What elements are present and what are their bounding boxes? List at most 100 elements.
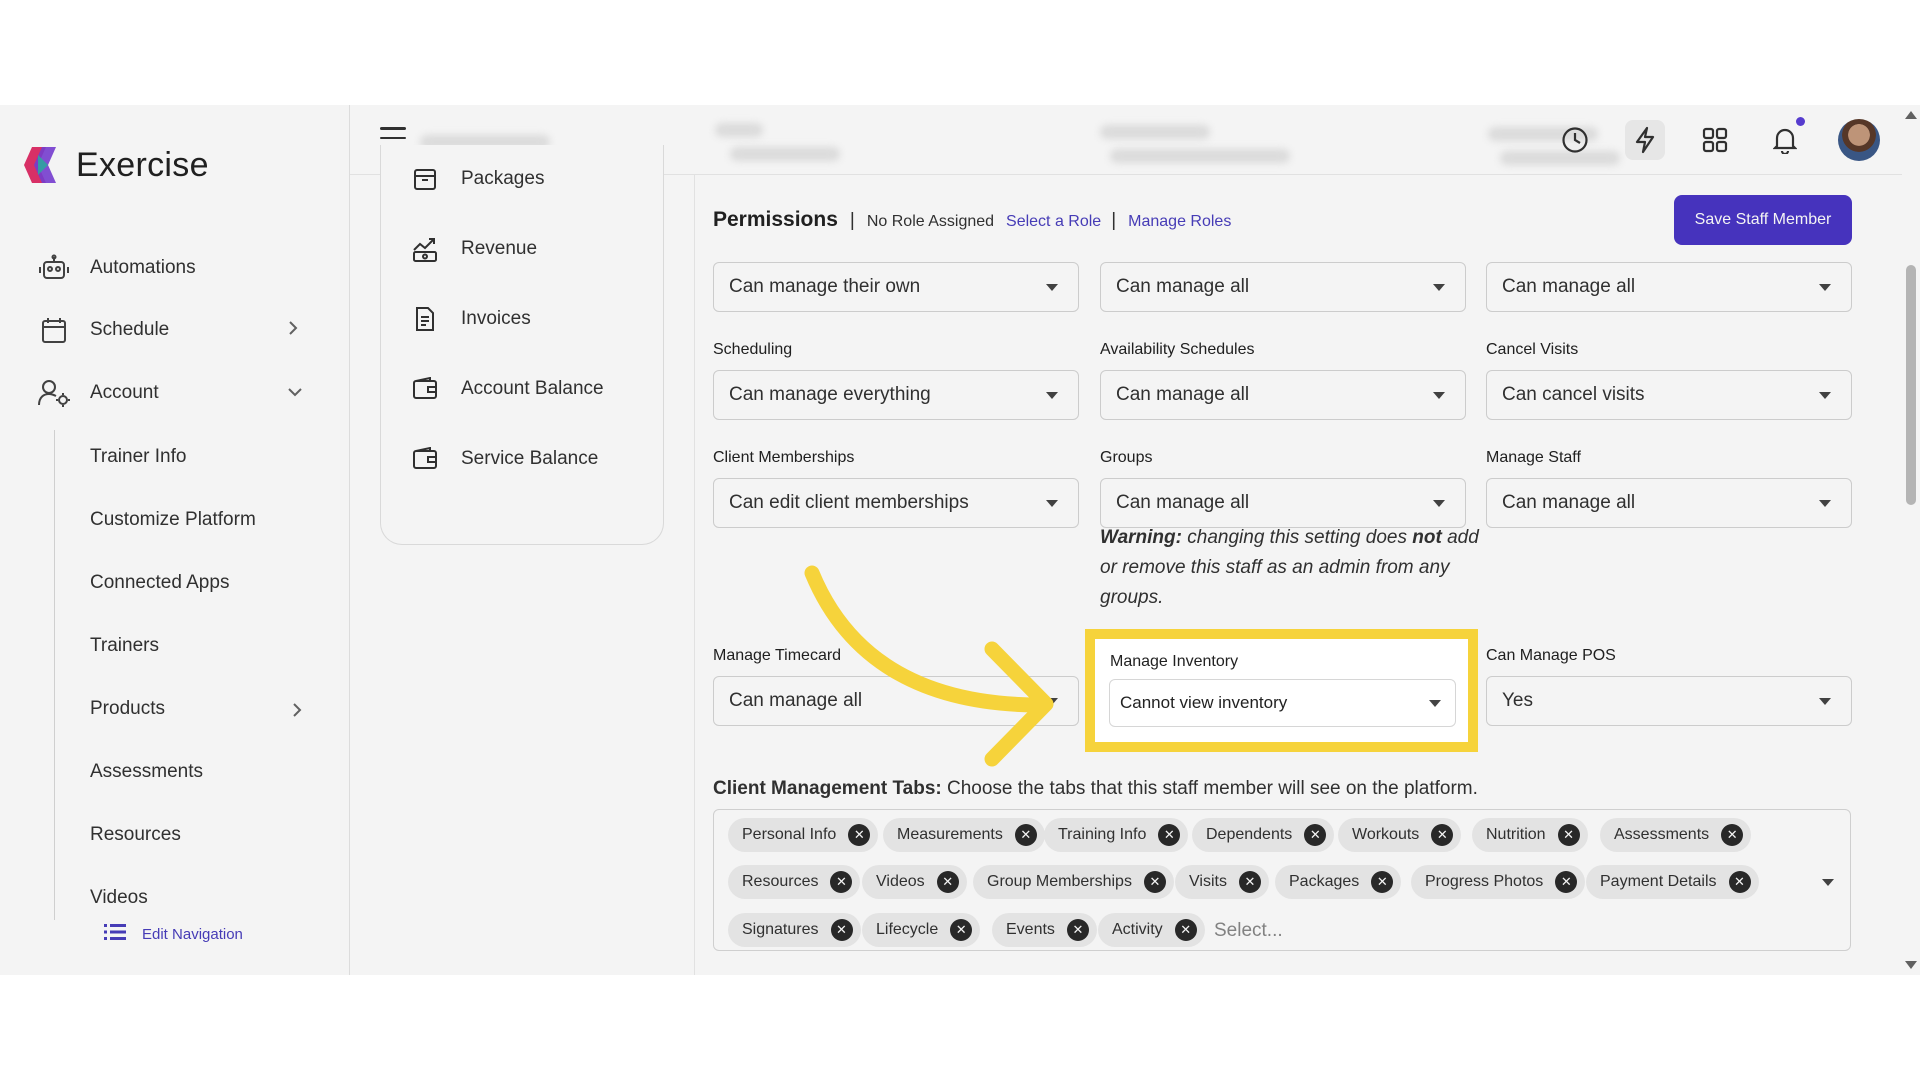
subnav-guide-line <box>54 430 55 920</box>
remove-tag-icon[interactable]: ✕ <box>1431 824 1454 846</box>
secondary-menu: Packages Revenue Invoices Account Balanc… <box>380 145 664 545</box>
tabs-select-placeholder[interactable]: Select... <box>1214 920 1283 942</box>
caret-down-icon <box>1046 284 1058 291</box>
manage-staff-select[interactable]: Can manage all <box>1486 478 1852 528</box>
permission-select-row0-col3[interactable]: Can manage all <box>1486 262 1852 312</box>
app-window: Exercise Automations Schedule Account Tr… <box>0 105 1920 975</box>
tag-chip: Training Info ✕ <box>1044 818 1189 852</box>
sidebar-subitem-connected-apps[interactable]: Connected Apps <box>90 572 229 594</box>
scroll-up-arrow-icon[interactable] <box>1905 111 1917 119</box>
chevron-right-icon <box>288 320 298 340</box>
caret-down-icon <box>1046 698 1058 705</box>
app-name: Exercise <box>76 145 209 184</box>
select-role-link[interactable]: Select a Role <box>1006 213 1101 231</box>
scroll-down-arrow-icon[interactable] <box>1905 961 1917 969</box>
tag-chip: Lifecycle ✕ <box>862 913 981 947</box>
select-value: Can manage all <box>1502 276 1636 297</box>
permissions-title: Permissions <box>713 208 838 231</box>
role-status: No Role Assigned <box>866 213 995 230</box>
client-tabs-multiselect[interactable]: Personal Info ✕ Measurements ✕ Training In… <box>713 809 1851 951</box>
sidebar-subitem-trainers[interactable]: Trainers <box>90 635 159 657</box>
cancel-visits-label: Cancel Visits <box>1486 341 1579 358</box>
manage-inventory-select[interactable]: Cannot view inventory <box>1109 679 1456 727</box>
sidebar-subitem-videos[interactable]: Videos <box>90 887 148 909</box>
submenu-item-account-balance[interactable]: Account Balance <box>411 375 604 403</box>
logo-mark-icon <box>24 145 62 185</box>
submenu-item-invoices[interactable]: Invoices <box>411 305 531 333</box>
remove-tag-icon[interactable]: ✕ <box>1014 824 1037 846</box>
remove-tag-icon[interactable]: ✕ <box>1174 919 1197 941</box>
bell-icon[interactable] <box>1765 120 1805 160</box>
save-staff-member-button[interactable]: Save Staff Member <box>1674 195 1852 245</box>
sidebar-item-schedule[interactable]: Schedule <box>0 305 330 355</box>
remove-tag-icon[interactable]: ✕ <box>1728 871 1751 893</box>
tag-chip: Videos ✕ <box>862 865 967 899</box>
remove-tag-icon[interactable]: ✕ <box>830 871 853 893</box>
sidebar-subitem-customize-platform[interactable]: Customize Platform <box>90 509 256 531</box>
sidebar-item-account[interactable]: Account <box>0 368 330 418</box>
tag-chip: Measurements ✕ <box>883 818 1045 852</box>
client-memberships-label: Client Memberships <box>713 449 855 466</box>
tag-chip: Activity ✕ <box>1098 913 1205 947</box>
remove-tag-icon[interactable]: ✕ <box>1158 824 1181 846</box>
app-logo[interactable]: Exercise <box>24 145 209 185</box>
sidebar-subitem-products[interactable]: Products <box>90 698 165 720</box>
submenu-item-service-balance[interactable]: Service Balance <box>411 445 598 473</box>
remove-tag-icon[interactable]: ✕ <box>1238 871 1261 893</box>
remove-tag-icon[interactable]: ✕ <box>1557 824 1580 846</box>
client-memberships-select[interactable]: Can edit client memberships <box>713 478 1079 528</box>
remove-tag-icon[interactable]: ✕ <box>1721 824 1744 846</box>
notification-badge <box>1796 117 1805 126</box>
cancel-visits-select[interactable]: Can cancel visits <box>1486 370 1852 420</box>
remove-tag-icon[interactable]: ✕ <box>848 824 871 846</box>
manage-roles-link[interactable]: Manage Roles <box>1128 213 1231 231</box>
permission-select-row0-col1[interactable]: Can manage their own <box>713 262 1079 312</box>
sidebar-subitem-trainer-info[interactable]: Trainer Info <box>90 446 186 468</box>
apps-grid-icon[interactable] <box>1695 120 1735 160</box>
manage-timecard-select[interactable]: Can manage all <box>713 676 1079 726</box>
submenu-item-revenue[interactable]: Revenue <box>411 235 537 263</box>
tag-chip: Assessments ✕ <box>1600 818 1752 852</box>
select-value: Can cancel visits <box>1502 384 1645 405</box>
tag-chip: Personal Info ✕ <box>728 818 879 852</box>
scrollbar-thumb[interactable] <box>1906 265 1916 505</box>
scrollbar-track[interactable] <box>1902 105 1920 975</box>
remove-tag-icon[interactable]: ✕ <box>1066 919 1089 941</box>
permissions-panel: Permissions | No Role Assigned Select a … <box>694 175 1894 975</box>
user-avatar[interactable] <box>1838 119 1880 161</box>
client-tabs-text: Choose the tabs that this staff member w… <box>941 778 1478 799</box>
warning-text: changing this setting does <box>1181 527 1413 548</box>
remove-tag-icon[interactable]: ✕ <box>950 919 973 941</box>
sidebar-item-automations[interactable]: Automations <box>0 243 330 293</box>
robot-icon <box>38 252 70 284</box>
wallet-icon <box>411 375 439 403</box>
caret-down-icon[interactable] <box>1822 879 1834 886</box>
remove-tag-icon[interactable]: ✕ <box>936 871 959 893</box>
select-value: Can edit client memberships <box>729 492 969 513</box>
caret-down-icon <box>1433 284 1445 291</box>
remove-tag-icon[interactable]: ✕ <box>1304 824 1327 846</box>
submenu-item-packages[interactable]: Packages <box>411 165 544 193</box>
submenu-item-label: Account Balance <box>461 378 604 399</box>
can-manage-pos-select[interactable]: Yes <box>1486 676 1852 726</box>
manage-staff-label: Manage Staff <box>1486 449 1581 466</box>
remove-tag-icon[interactable]: ✕ <box>830 919 853 941</box>
tag-chip: Group Memberships ✕ <box>973 865 1174 899</box>
sidebar: Exercise Automations Schedule Account Tr… <box>0 105 350 975</box>
permission-select-row0-col2[interactable]: Can manage all <box>1100 262 1466 312</box>
list-icon <box>104 923 128 945</box>
scheduling-select[interactable]: Can manage everything <box>713 370 1079 420</box>
remove-tag-icon[interactable]: ✕ <box>1371 871 1394 893</box>
edit-navigation-link[interactable]: Edit Navigation <box>104 923 243 945</box>
groups-select[interactable]: Can manage all <box>1100 478 1466 528</box>
lightning-icon[interactable] <box>1625 120 1665 160</box>
tag-chip: Progress Photos ✕ <box>1411 865 1586 899</box>
sidebar-subitem-resources[interactable]: Resources <box>90 824 181 846</box>
remove-tag-icon[interactable]: ✕ <box>1555 871 1578 893</box>
remove-tag-icon[interactable]: ✕ <box>1143 871 1166 893</box>
availability-schedules-select[interactable]: Can manage all <box>1100 370 1466 420</box>
sidebar-subitem-assessments[interactable]: Assessments <box>90 761 203 783</box>
tag-chip: Workouts ✕ <box>1338 818 1462 852</box>
clock-icon[interactable] <box>1555 120 1595 160</box>
manage-timecard-label: Manage Timecard <box>713 647 842 664</box>
